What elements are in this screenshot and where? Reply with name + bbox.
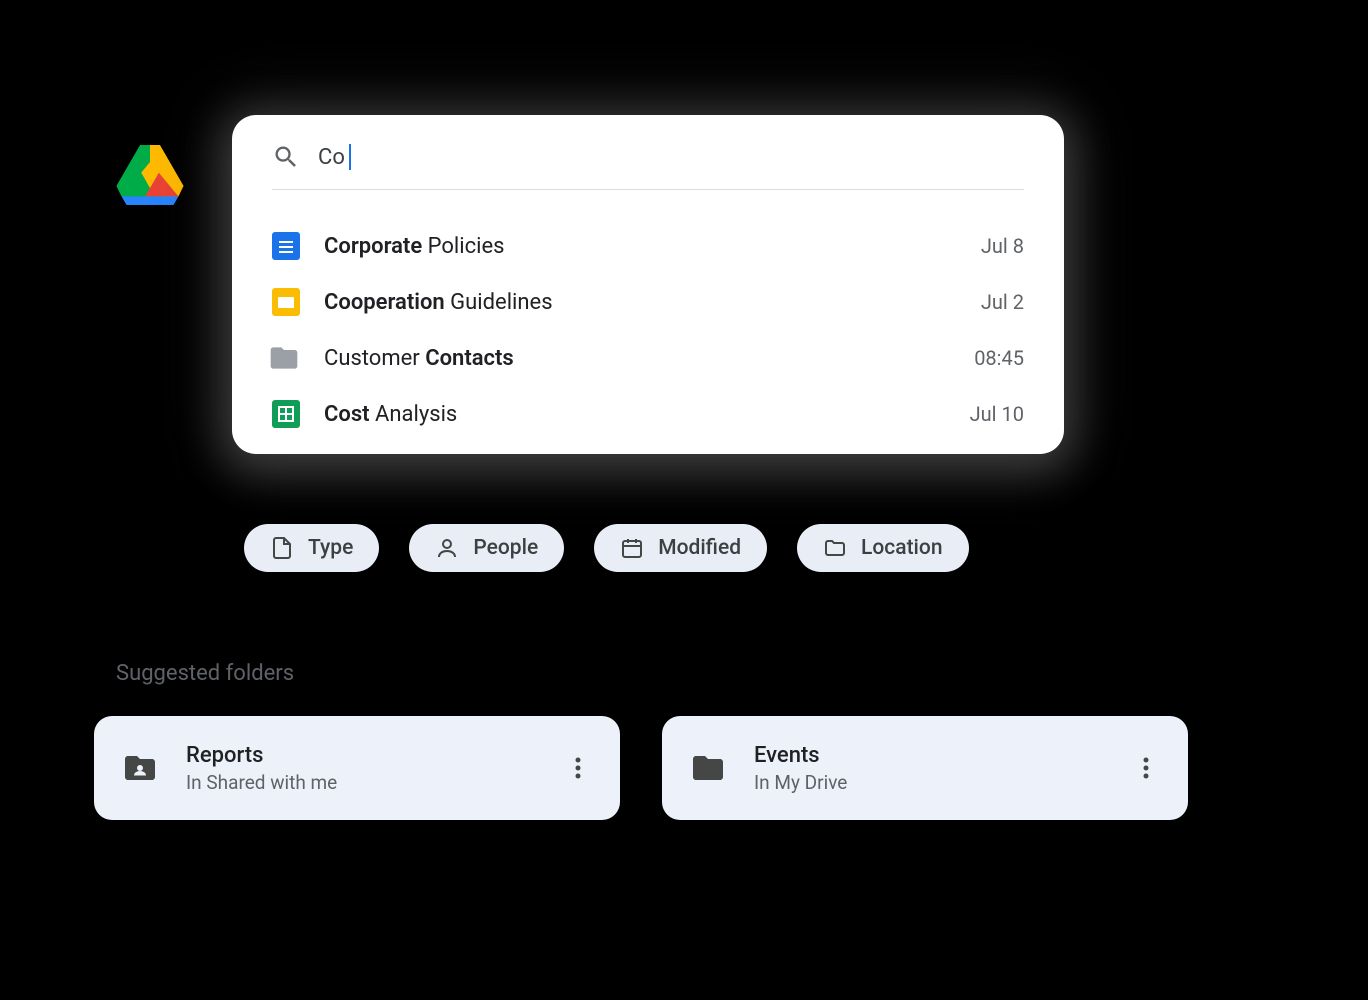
folder-name: Events bbox=[754, 743, 1126, 768]
more-vert-icon bbox=[1143, 756, 1149, 780]
result-title: Cooperation Guidelines bbox=[324, 290, 981, 315]
search-result-row[interactable]: Corporate Policies Jul 8 bbox=[272, 218, 1024, 274]
result-title: Corporate Policies bbox=[324, 234, 981, 259]
more-vert-icon bbox=[575, 756, 581, 780]
file-icon bbox=[270, 536, 294, 560]
search-icon bbox=[272, 143, 300, 171]
folder-location: In Shared with me bbox=[186, 771, 558, 794]
folder-outline-icon bbox=[823, 536, 847, 560]
result-time: Jul 8 bbox=[981, 234, 1024, 258]
search-result-row[interactable]: Customer Contacts 08:45 bbox=[272, 330, 1024, 386]
folder-icon bbox=[272, 344, 300, 372]
more-options-button[interactable] bbox=[1126, 748, 1166, 788]
text-cursor bbox=[349, 144, 351, 170]
result-time: 08:45 bbox=[974, 346, 1024, 370]
drive-logo-icon bbox=[116, 145, 184, 205]
search-result-row[interactable]: Cost Analysis Jul 10 bbox=[272, 386, 1024, 442]
person-icon bbox=[435, 536, 459, 560]
chip-label: Type bbox=[308, 536, 353, 560]
filter-chip-type[interactable]: Type bbox=[244, 524, 379, 572]
folder-card[interactable]: Reports In Shared with me bbox=[94, 716, 620, 820]
suggested-folders-heading: Suggested folders bbox=[116, 661, 294, 686]
result-title: Cost Analysis bbox=[324, 402, 970, 427]
docs-icon bbox=[272, 232, 300, 260]
search-query-text: Co bbox=[318, 145, 345, 170]
folder-location: In My Drive bbox=[754, 771, 1126, 794]
folder-name: Reports bbox=[186, 743, 558, 768]
more-options-button[interactable] bbox=[558, 748, 598, 788]
result-time: Jul 10 bbox=[970, 402, 1024, 426]
search-bar[interactable]: Co bbox=[272, 143, 1024, 190]
chip-label: People bbox=[473, 536, 538, 560]
filter-chip-modified[interactable]: Modified bbox=[594, 524, 767, 572]
sheets-icon bbox=[272, 400, 300, 428]
calendar-icon bbox=[620, 536, 644, 560]
search-result-row[interactable]: Cooperation Guidelines Jul 2 bbox=[272, 274, 1024, 330]
folder-icon bbox=[690, 750, 726, 786]
filter-chip-people[interactable]: People bbox=[409, 524, 564, 572]
suggested-folder-cards: Reports In Shared with me Events In My D… bbox=[94, 716, 1188, 820]
slides-icon bbox=[272, 288, 300, 316]
result-title: Customer Contacts bbox=[324, 346, 974, 371]
search-input[interactable]: Co bbox=[318, 144, 1024, 170]
search-dropdown-panel: Co Corporate Policies Jul 8 Cooperation … bbox=[232, 115, 1064, 454]
filter-chip-row: Type People Modified Location bbox=[244, 524, 969, 572]
result-time: Jul 2 bbox=[981, 290, 1024, 314]
filter-chip-location[interactable]: Location bbox=[797, 524, 969, 572]
folder-card[interactable]: Events In My Drive bbox=[662, 716, 1188, 820]
shared-folder-icon bbox=[122, 750, 158, 786]
chip-label: Modified bbox=[658, 536, 741, 560]
chip-label: Location bbox=[861, 536, 943, 560]
